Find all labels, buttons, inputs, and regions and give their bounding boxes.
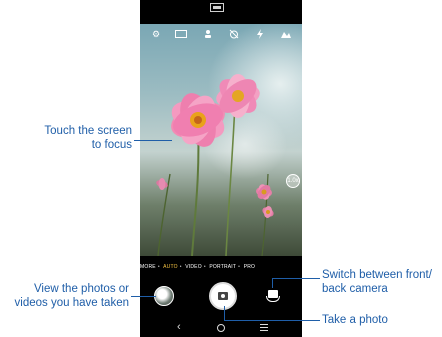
mode-portrait[interactable]: PORTRAIT xyxy=(209,264,236,270)
filter-icon[interactable] xyxy=(280,28,292,40)
recents-icon[interactable] xyxy=(260,324,268,331)
leader-switch xyxy=(272,278,320,279)
camera-top-toolbar: ⚙ xyxy=(140,28,302,42)
hdr-icon[interactable] xyxy=(174,28,188,40)
leader-photo-vertical xyxy=(224,306,225,320)
switch-camera-button[interactable] xyxy=(265,288,281,302)
timer-off-icon[interactable] xyxy=(228,28,240,40)
mode-more[interactable]: MORE xyxy=(140,264,156,270)
mode-pro[interactable]: PRO xyxy=(244,264,255,270)
callout-gallery: View the photos or videos you have taken xyxy=(14,283,129,309)
leader-gallery xyxy=(131,296,156,297)
callout-switch-camera: Switch between front/ back camera xyxy=(322,269,432,295)
gear-icon[interactable]: ⚙ xyxy=(150,28,162,40)
flash-icon[interactable] xyxy=(254,28,266,40)
home-icon[interactable] xyxy=(217,324,225,332)
screen-cast-icon xyxy=(210,3,224,12)
camera-icon xyxy=(218,292,228,300)
mode-auto[interactable]: AUTO xyxy=(163,264,178,270)
back-icon[interactable]: ‹ xyxy=(177,322,181,333)
leader-switch-vertical xyxy=(272,278,273,288)
leader-focus xyxy=(134,140,172,141)
person-icon[interactable] xyxy=(202,28,214,40)
zoom-button[interactable]: 1.0x xyxy=(286,174,300,188)
leader-photo xyxy=(224,320,320,321)
callout-focus: Touch the screen to focus xyxy=(44,125,132,151)
shutter-button[interactable] xyxy=(209,282,237,310)
mode-video[interactable]: VIDEO xyxy=(185,264,202,270)
callout-take-photo: Take a photo xyxy=(322,314,388,326)
gallery-thumbnail-button[interactable] xyxy=(154,286,174,306)
mode-selector: MORE • AUTO • VIDEO • PORTRAIT • PRO xyxy=(140,264,256,270)
status-bar xyxy=(140,0,302,24)
phone-screen: ⚙ 1.0x MORE • AUTO • VIDEO • PORTRAIT • PRO … xyxy=(140,0,302,337)
